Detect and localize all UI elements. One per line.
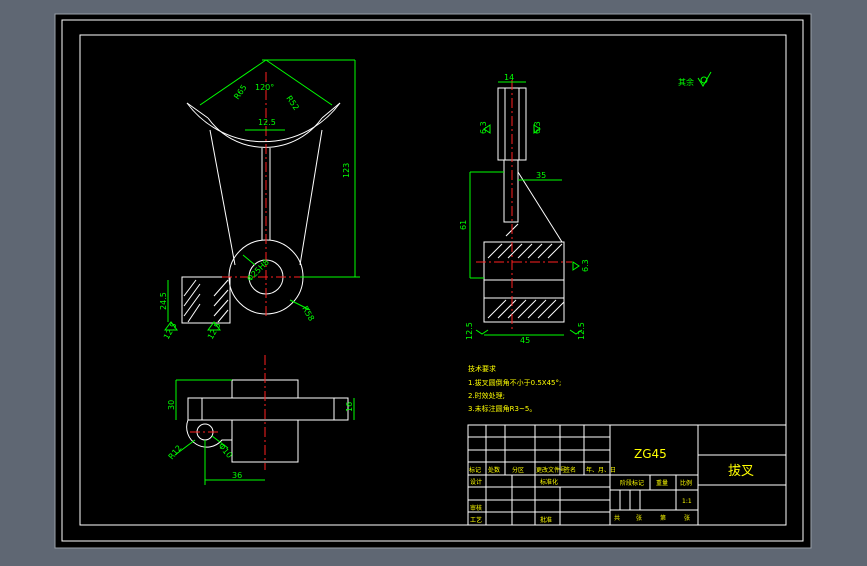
tech-line-3: 3.未标注圆角R3~5。 [468,404,536,413]
header-label-4: 更改文件号 [536,466,566,474]
bottom-width-dim: 36 [232,471,242,480]
scale-label: 比例 [680,479,692,487]
cad-window: 120° R65 R52 12.5 123 Φ25H8 R58 24.5 12.… [0,0,867,562]
sheet-label-2: 张 [636,514,642,522]
sheet-label-3: 第 [660,514,666,522]
right-finish: 6.3 [533,121,542,134]
sheet-label-4: 张 [684,514,690,522]
stage-label: 阶段标记 [620,479,644,487]
header-label-3: 分区 [512,466,524,474]
tech-line-2: 2.时效处理; [468,391,505,400]
tech-title: 技术要求 [468,364,496,373]
header-label-2: 处数 [488,466,500,474]
top-width-dim: 14 [504,73,514,82]
left-finish: 6.3 [479,121,488,134]
header-label-5: 签名 [564,466,576,474]
standard-label: 标准化 [540,478,558,486]
weight-label: 重量 [656,479,668,487]
bottom-left-finish: 12.5 [465,322,474,340]
left-height-dim: 30 [167,400,176,410]
cad-drawing-canvas[interactable]: 120° R65 R52 12.5 123 Φ25H8 R58 24.5 12.… [0,0,867,562]
bottom-right-finish: 12.5 [577,322,586,340]
review-label: 审核 [470,504,482,512]
right-height-dim: 16 [345,402,354,412]
right-finish-2: 6.3 [581,259,590,272]
material-text: ZG45 [634,447,667,461]
left-section-dim: 24.5 [159,292,168,310]
side-height-dim: 61 [459,220,468,230]
approve-label: 批准 [540,516,552,524]
part-name-text: 拔叉 [728,464,754,479]
process-label: 工艺 [470,516,482,524]
height-dim: 123 [342,163,351,178]
bottom-dim: 45 [520,336,530,345]
header-label-6: 年、月、日 [586,466,616,474]
design-label: 设计 [470,478,482,486]
surface-finish-top: 12.5 [258,118,276,127]
sheet-label-1: 共 [614,514,620,522]
scale-value: 1:1 [682,498,692,505]
angle-dim: 120° [255,83,274,92]
header-label-1: 标记 [469,466,481,474]
roughness-label: 其余 [678,77,694,87]
tech-line-1: 1.拔叉圆倒角不小于0.5X45°; [468,378,561,387]
slope-dim: 35 [536,171,546,180]
